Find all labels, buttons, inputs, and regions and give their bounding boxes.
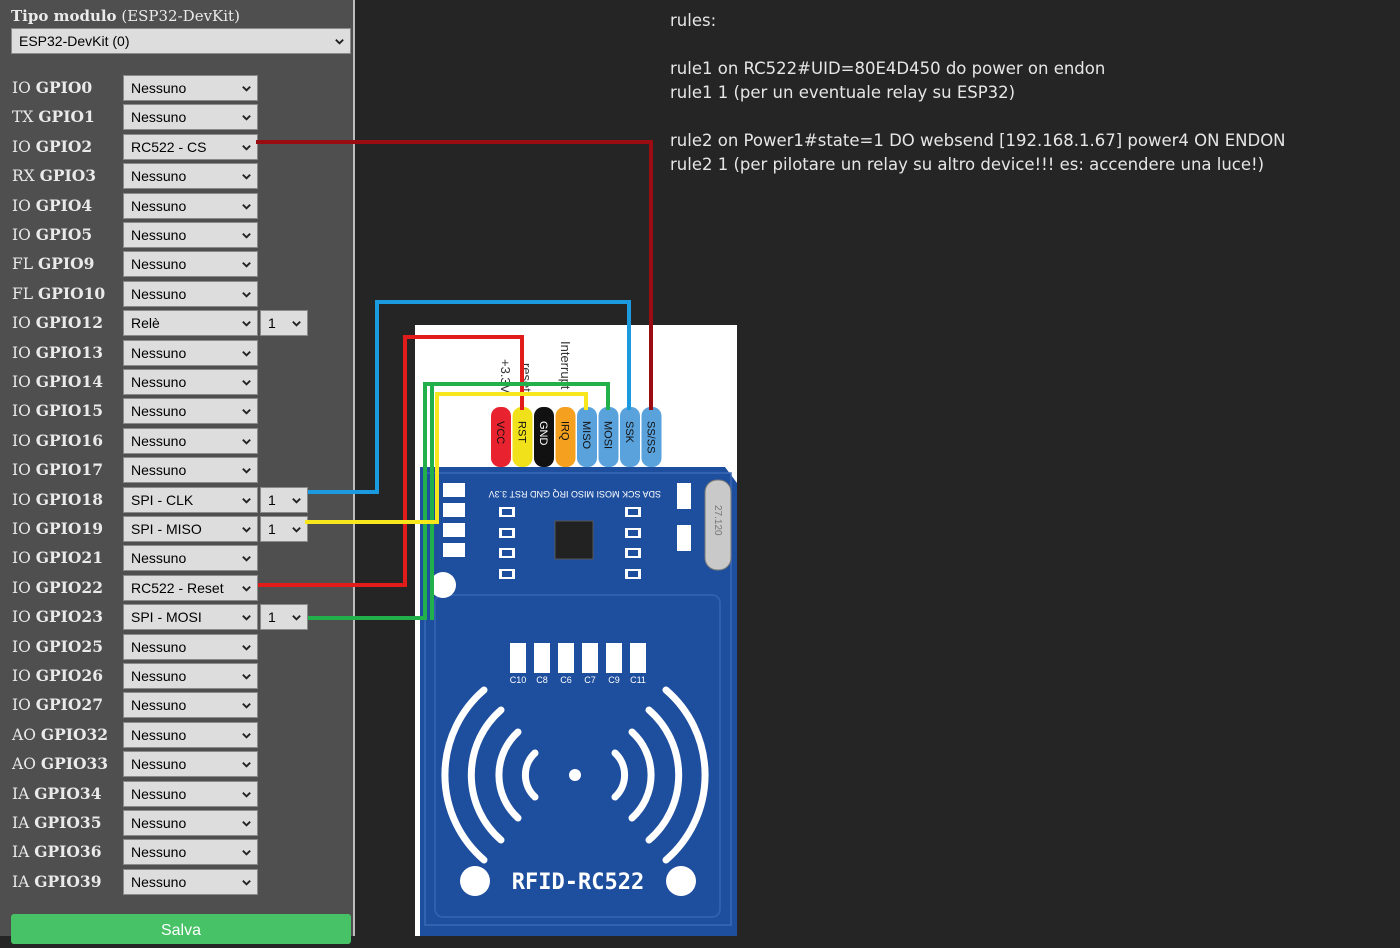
wire-clk [308, 300, 631, 494]
wire-miso [305, 392, 588, 524]
wire-reset [258, 335, 524, 587]
wire-cs [256, 140, 653, 410]
wire-mosi [308, 382, 610, 620]
wiring-overlay [256, 140, 653, 620]
